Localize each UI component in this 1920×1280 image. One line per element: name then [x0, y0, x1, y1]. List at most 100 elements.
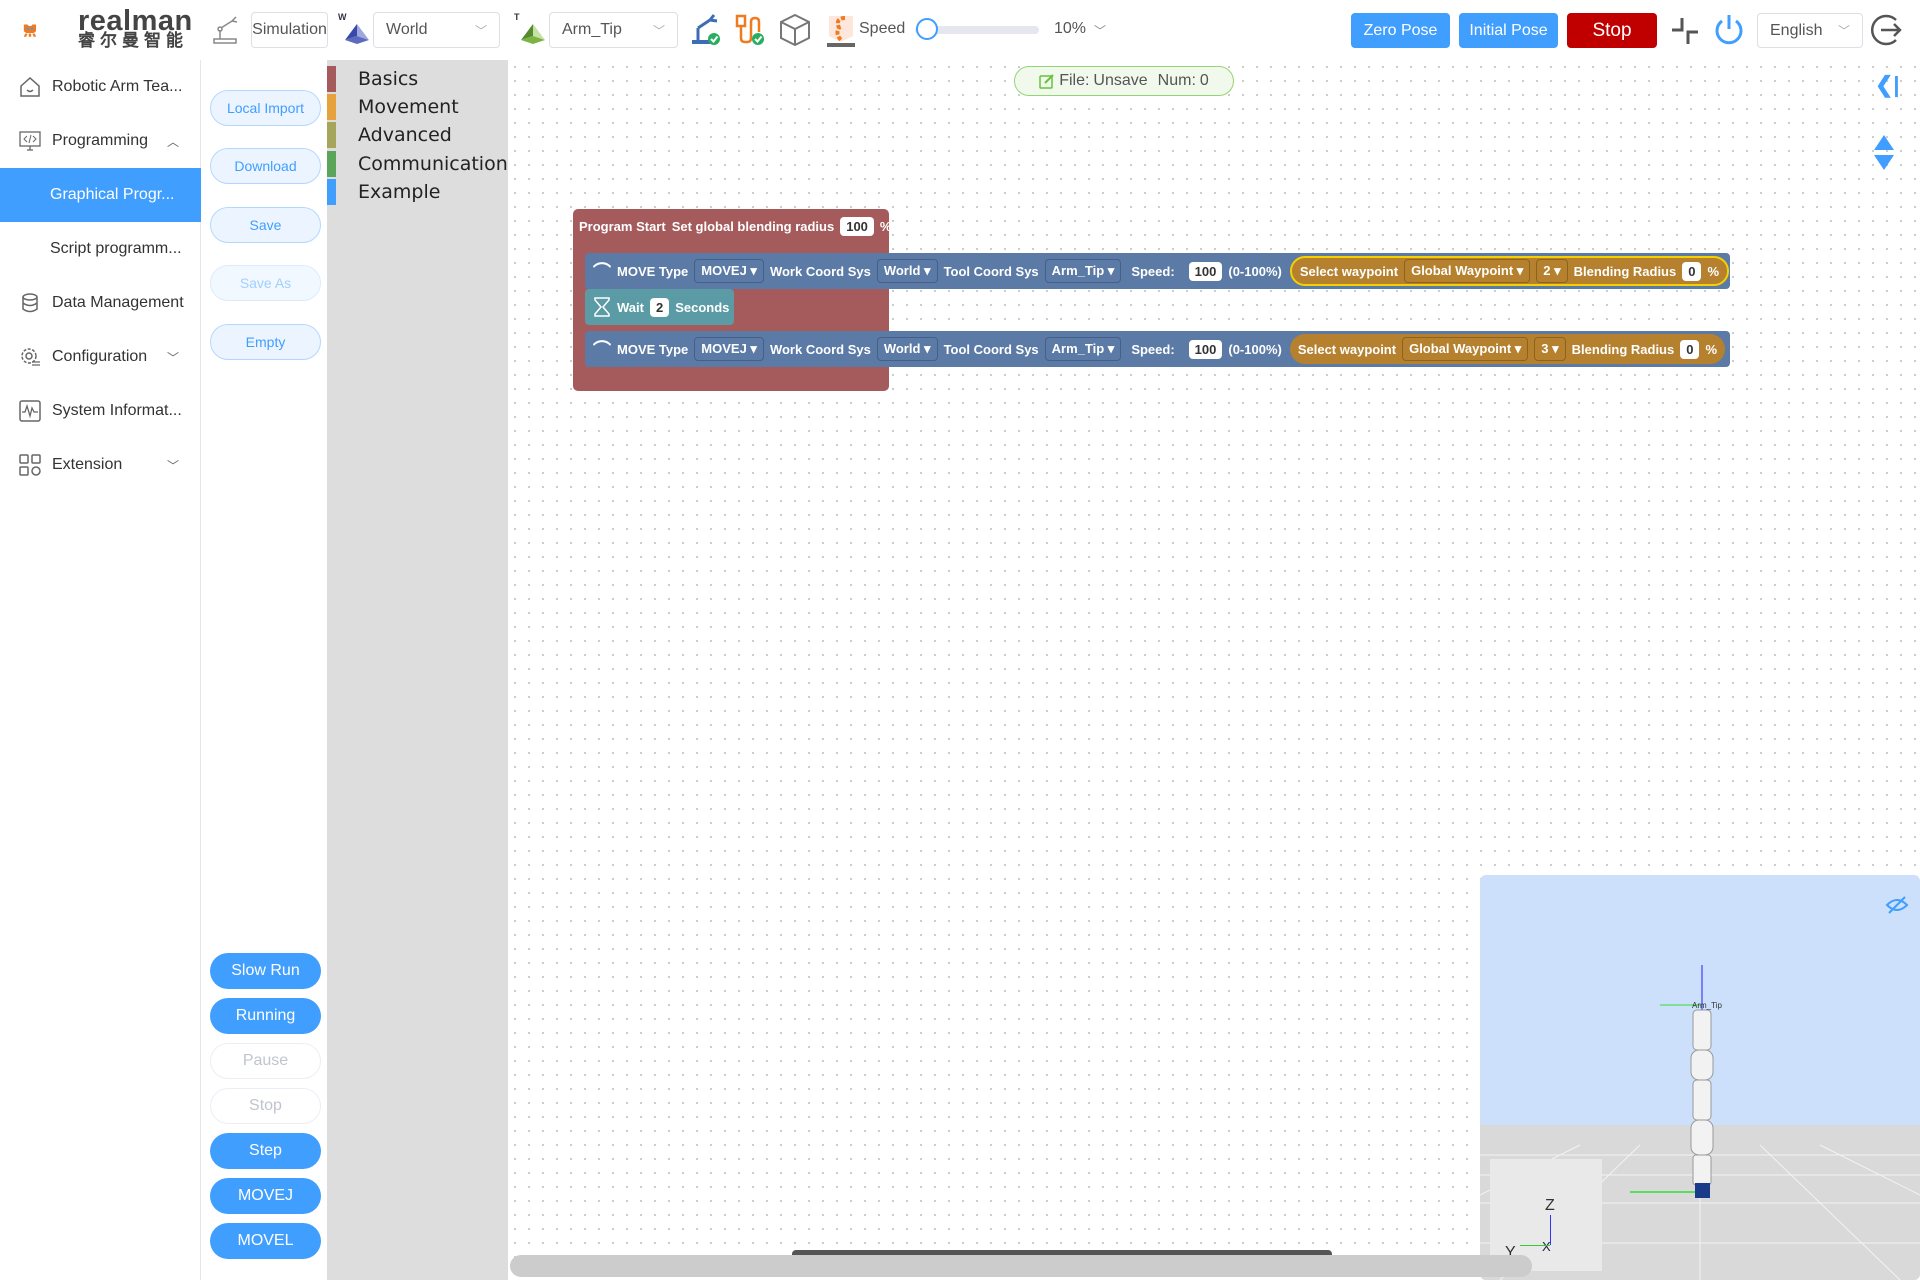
- sidebar-item-graphical-programming[interactable]: Graphical Progr...: [0, 168, 201, 222]
- sidebar-item-extension[interactable]: Extension ﹀: [0, 438, 201, 492]
- tool-coord-label: Tool Coord Sys: [943, 263, 1039, 279]
- sidebar: Robotic Arm Tea... Programming ︿ Graphic…: [0, 60, 201, 1280]
- move-block[interactable]: ⌒ MOVE Type MOVEJ ▾ Work Coord Sys World…: [585, 253, 1730, 289]
- speed-input[interactable]: 100: [1188, 261, 1223, 281]
- work-coord-dropdown[interactable]: World ▾: [876, 259, 938, 283]
- waypoint-block[interactable]: Select waypoint Global Waypoint ▾ 2 ▾ Bl…: [1289, 256, 1730, 286]
- blend-radius-input[interactable]: 0: [1680, 339, 1700, 359]
- category-communication[interactable]: Communication: [327, 150, 508, 178]
- wait-seconds-input[interactable]: 2: [649, 297, 670, 317]
- move-type-dropdown[interactable]: MOVEJ ▾: [694, 337, 764, 361]
- sidebar-item-data-management[interactable]: Data Management: [0, 276, 201, 330]
- category-example[interactable]: Example: [327, 178, 440, 206]
- speed-slider-handle[interactable]: [916, 18, 939, 40]
- work-coord-select[interactable]: World ﹀: [373, 12, 500, 48]
- sidebar-item-teach[interactable]: Robotic Arm Tea...: [0, 60, 201, 114]
- blend-radius-input[interactable]: 0: [1682, 261, 1702, 281]
- toggle-panel-icon[interactable]: ❮|: [1875, 72, 1900, 98]
- chevron-down-icon: ﹀: [1837, 24, 1850, 38]
- empty-button[interactable]: Empty: [210, 324, 321, 360]
- waypoint-value: 2: [1543, 263, 1551, 278]
- tool-coord-value: Arm_Tip: [1051, 341, 1105, 356]
- category-movement[interactable]: Movement: [327, 93, 459, 121]
- local-import-button[interactable]: Local Import: [210, 90, 321, 126]
- initial-pose-button[interactable]: Initial Pose: [1459, 13, 1558, 48]
- save-as-button[interactable]: Save As: [210, 265, 321, 301]
- tool-coord-value: Arm_Tip: [1051, 263, 1105, 278]
- save-button[interactable]: Save: [210, 207, 321, 243]
- download-button[interactable]: Download: [210, 148, 321, 184]
- tool-coord-dropdown[interactable]: Arm_Tip ▾: [1044, 259, 1122, 283]
- speed-range: (0-100%): [1228, 263, 1282, 279]
- speed-input[interactable]: 100: [1188, 339, 1223, 359]
- zero-pose-button[interactable]: Zero Pose: [1351, 13, 1450, 48]
- running-button[interactable]: Running: [210, 998, 321, 1034]
- logout-icon[interactable]: [1870, 12, 1906, 48]
- move-block[interactable]: ⌒ MOVE Type MOVEJ ▾ Work Coord Sys World…: [585, 331, 1730, 367]
- movel-button[interactable]: MOVEL: [210, 1223, 321, 1259]
- arm-tip-label: Arm_Tip: [1692, 1001, 1722, 1010]
- sidebar-item-configuration[interactable]: Configuration ﹀: [0, 330, 201, 384]
- category-basics[interactable]: Basics: [327, 65, 418, 93]
- hide-eye-icon[interactable]: [1885, 895, 1909, 915]
- category-color-swatch: [327, 66, 336, 92]
- waypoint-label: Select waypoint: [1297, 341, 1397, 357]
- horizontal-scrollbar[interactable]: [510, 1255, 1532, 1277]
- waypoint-dropdown[interactable]: 3 ▾: [1534, 337, 1566, 361]
- category-color-swatch: [327, 94, 336, 120]
- work-coord-label: Work Coord Sys: [769, 263, 871, 279]
- slow-run-button[interactable]: Slow Run: [210, 953, 321, 989]
- database-icon: [18, 291, 42, 315]
- brand-subtitle: 睿尔曼智能: [78, 31, 188, 50]
- sidebar-item-label: Programming: [52, 132, 149, 149]
- num-label: Num:: [1157, 72, 1196, 89]
- collapse-icon[interactable]: [1670, 16, 1700, 46]
- movej-button[interactable]: MOVEJ: [210, 1178, 321, 1214]
- waypoint-set-dropdown[interactable]: Global Waypoint ▾: [1404, 259, 1531, 283]
- speed-chevron-icon[interactable]: ﹀: [1094, 22, 1106, 39]
- top-bar: realman 睿尔曼智能 Simulation W World ﹀ T Arm_…: [0, 0, 1920, 60]
- step-button[interactable]: Step: [210, 1133, 321, 1169]
- sidebar-item-system-information[interactable]: System Informat...: [0, 384, 201, 438]
- category-advanced[interactable]: Advanced: [327, 121, 452, 149]
- mode-display[interactable]: Simulation: [251, 12, 328, 48]
- sidebar-item-script-programming[interactable]: Script programm...: [0, 222, 201, 276]
- stop-button[interactable]: Stop: [1567, 13, 1657, 48]
- percent-unit: %: [879, 219, 892, 234]
- sidebar-item-programming[interactable]: Programming ︿: [0, 114, 201, 168]
- work-coord-value: World: [883, 341, 921, 356]
- language-value: English: [1770, 21, 1823, 39]
- waypoint-dropdown[interactable]: 2 ▾: [1536, 259, 1568, 283]
- pause-button[interactable]: Pause: [210, 1043, 321, 1079]
- sidebar-item-label: Data Management: [52, 294, 184, 311]
- tool-coord-select[interactable]: Arm_Tip ﹀: [549, 12, 678, 48]
- work-coord-label: Work Coord Sys: [769, 341, 871, 357]
- language-select[interactable]: English ﹀: [1757, 13, 1863, 48]
- waypoint-set-dropdown[interactable]: Global Waypoint ▾: [1402, 337, 1529, 361]
- simulation-3d-view[interactable]: Z Y X Arm_Tip: [1480, 875, 1920, 1280]
- work-coord-dropdown[interactable]: World ▾: [876, 337, 938, 361]
- block-workspace[interactable]: File: Unsave Num: 0 ❮| Program Start Set…: [508, 60, 1920, 1280]
- speed-value[interactable]: 10%: [1054, 20, 1086, 38]
- axis-z-line: [1550, 1215, 1551, 1245]
- gear-icon: [18, 345, 42, 369]
- hourglass-icon: [594, 297, 610, 317]
- chevron-down-icon: ﹀: [652, 23, 665, 38]
- power-icon[interactable]: [1712, 12, 1746, 48]
- waypoint-label: Select waypoint: [1299, 263, 1399, 279]
- arm-connected-icon[interactable]: [690, 12, 722, 46]
- waypoint-block[interactable]: Select waypoint Global Waypoint ▾ 3 ▾ Bl…: [1289, 334, 1726, 364]
- zoom-arrows-icon[interactable]: [1874, 135, 1894, 171]
- cube-icon[interactable]: [778, 12, 812, 48]
- move-type-value: MOVEJ: [701, 341, 747, 356]
- tool-coord-value: Arm_Tip: [562, 21, 622, 38]
- global-blend-input[interactable]: 100: [840, 217, 874, 236]
- wait-block[interactable]: Wait 2 Seconds: [585, 289, 734, 325]
- stop-run-button[interactable]: Stop: [210, 1088, 321, 1124]
- tool-coord-dropdown[interactable]: Arm_Tip ▾: [1044, 337, 1122, 361]
- waypoint-set-value: Global Waypoint: [1411, 263, 1514, 278]
- block-toolbox: Basics Movement Advanced Communication E…: [327, 60, 508, 1280]
- move-type-dropdown[interactable]: MOVEJ ▾: [694, 259, 764, 283]
- io-connected-icon[interactable]: [733, 12, 765, 46]
- category-label: Communication: [358, 153, 508, 175]
